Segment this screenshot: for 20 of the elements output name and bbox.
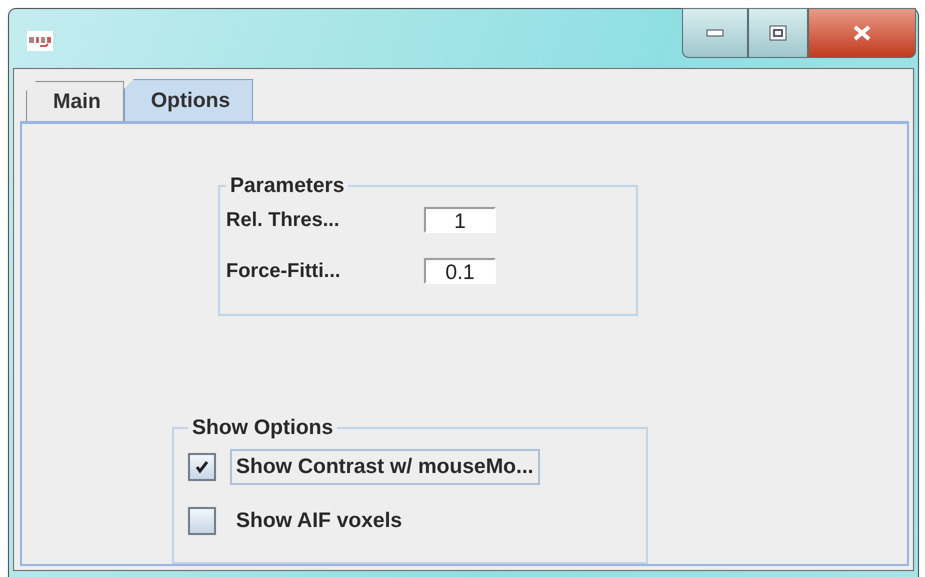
minimize-icon — [706, 29, 724, 37]
group-title: Show Options — [191, 416, 334, 440]
checkbox-label[interactable]: Show AIF voxels — [230, 503, 408, 539]
tab[interactable]: Main — [26, 81, 124, 121]
input-field[interactable]: 0.1 — [424, 258, 496, 284]
group-title: Parameters — [229, 174, 346, 198]
field-label: Rel. Thres... — [226, 208, 340, 232]
maximize-button[interactable] — [748, 8, 808, 58]
app-logo-icon — [27, 31, 53, 51]
input-field[interactable]: 1 — [424, 207, 496, 233]
checkmark-icon — [194, 459, 210, 475]
minimize-button[interactable] — [682, 8, 748, 58]
tab[interactable]: Options — [124, 79, 254, 121]
field-label: Force-Fitti... — [226, 260, 342, 282]
maximize-icon — [769, 25, 787, 41]
checkbox-label[interactable]: Show Contrast w/ mouseMo... — [230, 449, 540, 485]
close-button[interactable] — [808, 8, 916, 58]
checkbox[interactable] — [188, 453, 216, 481]
checkbox[interactable] — [188, 507, 216, 535]
close-icon — [852, 25, 872, 41]
